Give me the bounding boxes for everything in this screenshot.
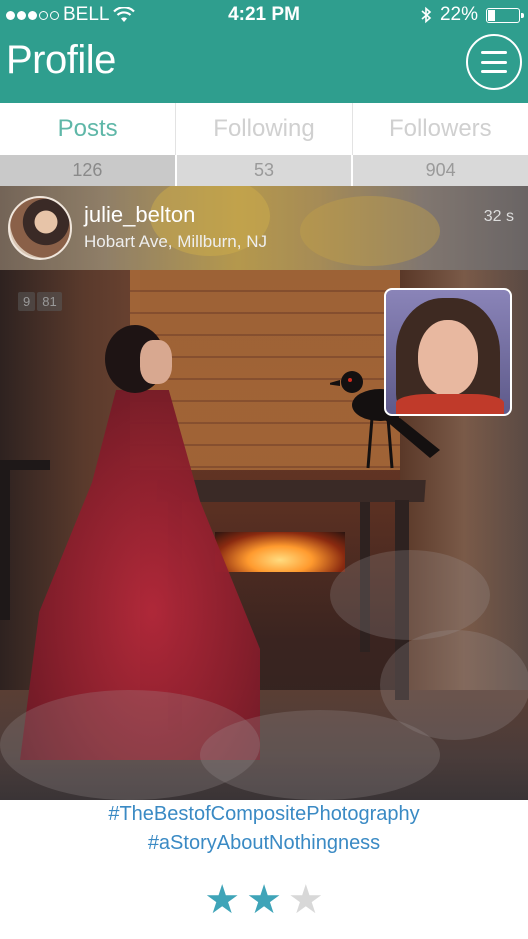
profile-tabs: Posts Following Followers — [0, 103, 528, 156]
nav-bar: Profile — [0, 30, 528, 103]
post-caption: #TheBestofCompositePhotography #aStoryAb… — [0, 800, 528, 858]
battery-percent: 22% — [439, 4, 478, 25]
posts-count[interactable]: 126 — [0, 155, 177, 186]
post-header: julie_belton Hobart Ave, Millburn, NJ 32… — [0, 186, 528, 270]
avatar[interactable] — [8, 196, 72, 260]
post-location[interactable]: Hobart Ave, Millburn, NJ — [84, 232, 267, 252]
status-bar: BELL 4:21 PM 22% — [0, 0, 528, 30]
image-total: 81 — [37, 292, 62, 311]
fireplace-fire — [215, 532, 345, 572]
following-count[interactable]: 53 — [177, 155, 354, 186]
tab-counts: 126 53 904 — [0, 155, 528, 186]
status-right: 22% — [420, 4, 524, 26]
chair — [0, 460, 50, 620]
username[interactable]: julie_belton — [84, 202, 195, 228]
battery-icon — [486, 7, 524, 23]
followers-count[interactable]: 904 — [353, 155, 528, 186]
hamburger-menu-icon[interactable] — [466, 34, 522, 90]
tab-followers[interactable]: Followers — [353, 103, 528, 155]
tab-posts[interactable]: Posts — [0, 103, 177, 155]
picture-in-picture-video[interactable] — [384, 288, 512, 416]
star-icon[interactable]: ★ — [204, 878, 240, 922]
star-icon[interactable]: ★ — [288, 878, 324, 922]
bluetooth-icon — [421, 6, 432, 24]
post-timestamp: 32 s — [483, 208, 514, 225]
post-image[interactable]: 9 81 — [0, 270, 528, 800]
image-counter: 9 81 — [18, 292, 62, 311]
hashtag-link[interactable]: #aStoryAboutNothingness — [0, 829, 528, 858]
rating-stars[interactable]: ★ ★ ★ — [0, 878, 528, 922]
star-icon[interactable]: ★ — [246, 878, 282, 922]
image-index: 9 — [18, 292, 36, 311]
hashtag-link[interactable]: #TheBestofCompositePhotography — [0, 800, 528, 829]
tab-following[interactable]: Following — [176, 103, 353, 155]
page-title: Profile — [6, 38, 116, 82]
